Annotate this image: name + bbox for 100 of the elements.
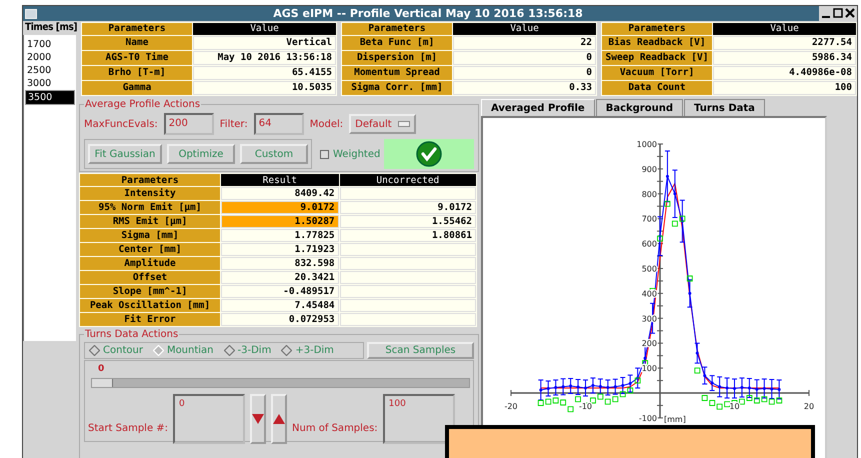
point bbox=[621, 384, 624, 388]
fit-button[interactable]: Fit Gaussian bbox=[88, 144, 162, 164]
point bbox=[598, 385, 602, 388]
value-cell: Vertical bbox=[193, 36, 336, 50]
point bbox=[591, 384, 594, 388]
window-menu-icon[interactable] bbox=[25, 8, 37, 18]
uncorrected-cell: 9.0172 bbox=[340, 201, 476, 214]
value-cell: 4.40986e-08 bbox=[713, 66, 856, 80]
model-dropdown[interactable]: Default bbox=[349, 114, 416, 134]
point bbox=[718, 385, 722, 388]
uncorrected-cell: 1.55462 bbox=[340, 215, 476, 228]
field-label: MaxFuncEvals: bbox=[84, 118, 158, 130]
mode-radio[interactable]: +3-Dim bbox=[281, 345, 334, 356]
time-item[interactable]: 3000 bbox=[25, 77, 75, 90]
result-cell: 0.072953 bbox=[221, 313, 339, 326]
slider-thumb[interactable] bbox=[92, 379, 113, 387]
column-header: Value bbox=[713, 23, 856, 35]
sample-slider[interactable] bbox=[91, 378, 470, 388]
group-title: Turns Data Actions bbox=[84, 329, 180, 340]
point bbox=[628, 382, 632, 386]
mode-radio[interactable]: Contour bbox=[89, 345, 143, 356]
result-cell: 1.77825 bbox=[221, 229, 339, 242]
parameter-label: Fit Error bbox=[80, 313, 220, 326]
parameter-label: Sigma Corr. [mm] bbox=[342, 81, 452, 95]
parameter-label: Momentum Spread bbox=[342, 66, 452, 80]
y-tick-label: 800 bbox=[642, 190, 657, 199]
y-tick-label: 700 bbox=[642, 214, 657, 224]
parameter-label: AGS-T0 Time bbox=[82, 51, 192, 65]
mode-radio[interactable]: Mountian bbox=[152, 345, 214, 356]
parameter-label: Dispersion [m] bbox=[342, 51, 452, 65]
point bbox=[539, 388, 542, 392]
result-cell: 8409.42 bbox=[221, 187, 339, 200]
scan-samples-button[interactable]: Scan Samples bbox=[367, 342, 474, 359]
times-header: Times [ms] bbox=[24, 21, 78, 35]
parameter-label: Vacuum [Torr] bbox=[602, 66, 712, 80]
point bbox=[703, 374, 706, 378]
result-cell: 832.598 bbox=[221, 257, 339, 270]
column-header: Uncorrected bbox=[340, 174, 476, 186]
point bbox=[755, 388, 758, 391]
parameter-label: Brho [T-m] bbox=[82, 66, 192, 80]
point bbox=[778, 388, 781, 392]
time-item[interactable]: 2000 bbox=[25, 51, 75, 64]
point bbox=[546, 387, 550, 390]
point bbox=[740, 386, 744, 390]
time-item[interactable]: 3500 bbox=[25, 90, 75, 105]
point bbox=[666, 174, 669, 178]
column-header: Result bbox=[221, 174, 339, 186]
parameter-label: Sigma [mm] bbox=[80, 229, 220, 242]
fit-button[interactable]: Custom bbox=[240, 144, 308, 164]
value-cell: May 10 2016 13:56:18 bbox=[193, 51, 336, 65]
y-tick-label: 600 bbox=[642, 240, 657, 249]
column-header: Parameters bbox=[602, 23, 712, 35]
y-tick-label: 1000 bbox=[636, 140, 657, 149]
input-field[interactable]: 64 bbox=[254, 113, 304, 135]
close-icon[interactable] bbox=[845, 8, 855, 18]
y-tick-label: 900 bbox=[642, 164, 657, 174]
point bbox=[748, 386, 751, 390]
column-header: Parameters bbox=[82, 23, 192, 35]
result-cell: -0.489517 bbox=[221, 285, 339, 298]
input-field[interactable]: 200 bbox=[164, 113, 214, 135]
increment-button[interactable] bbox=[271, 394, 288, 444]
time-item[interactable]: 2500 bbox=[25, 64, 75, 77]
decrement-button[interactable] bbox=[250, 394, 266, 444]
parameter-label: 95% Norm Emit [µm] bbox=[80, 201, 220, 214]
value-cell: 0 bbox=[453, 51, 596, 65]
result-cell: 9.0172 bbox=[221, 201, 339, 214]
group-title: Average Profile Actions bbox=[84, 99, 202, 110]
column-header: Value bbox=[193, 23, 336, 35]
column-header: Parameters bbox=[80, 174, 220, 186]
window-title: AGS eIPM -- Profile Vertical May 10 2016 13:56:18 bbox=[272, 7, 584, 20]
maximize-icon[interactable] bbox=[833, 8, 843, 18]
checkbox-label: Weighted bbox=[333, 148, 380, 160]
result-cell: 1.71923 bbox=[221, 243, 339, 256]
parameter-label: Name bbox=[82, 36, 192, 50]
point bbox=[762, 387, 766, 390]
point bbox=[644, 356, 647, 360]
parameter-label: Peak Oscillation [mm] bbox=[80, 299, 220, 312]
plot-tab[interactable]: Background bbox=[596, 99, 684, 116]
point bbox=[673, 192, 676, 196]
point bbox=[569, 384, 572, 388]
plot-tab[interactable]: Turns Data bbox=[684, 99, 765, 116]
parameter-label: RMS Emit [µm] bbox=[80, 215, 220, 228]
point bbox=[688, 292, 692, 295]
value-cell: 0 bbox=[453, 66, 596, 80]
column-header: Value bbox=[453, 23, 596, 35]
parameter-label: Beta Func [m] bbox=[342, 36, 452, 50]
parameter-label: Slope [mm^-1] bbox=[80, 285, 220, 298]
result-cell: 7.45484 bbox=[221, 299, 339, 312]
parameter-label: Sweep Readback [V] bbox=[602, 51, 712, 65]
value-cell: 10.5035 bbox=[193, 81, 336, 95]
checkbox[interactable] bbox=[320, 150, 329, 158]
point bbox=[562, 385, 565, 388]
mode-radio[interactable]: -3-Dim bbox=[224, 345, 272, 356]
input-field[interactable]: 0 bbox=[173, 394, 246, 444]
result-cell: 20.3421 bbox=[221, 271, 339, 284]
parameter-label: Data Count bbox=[602, 81, 712, 95]
fit-button[interactable]: Optimize bbox=[167, 144, 235, 164]
time-item[interactable]: 1700 bbox=[25, 38, 75, 51]
plot-tab[interactable]: Averaged Profile bbox=[481, 99, 595, 116]
value-cell: 65.4155 bbox=[193, 66, 336, 80]
